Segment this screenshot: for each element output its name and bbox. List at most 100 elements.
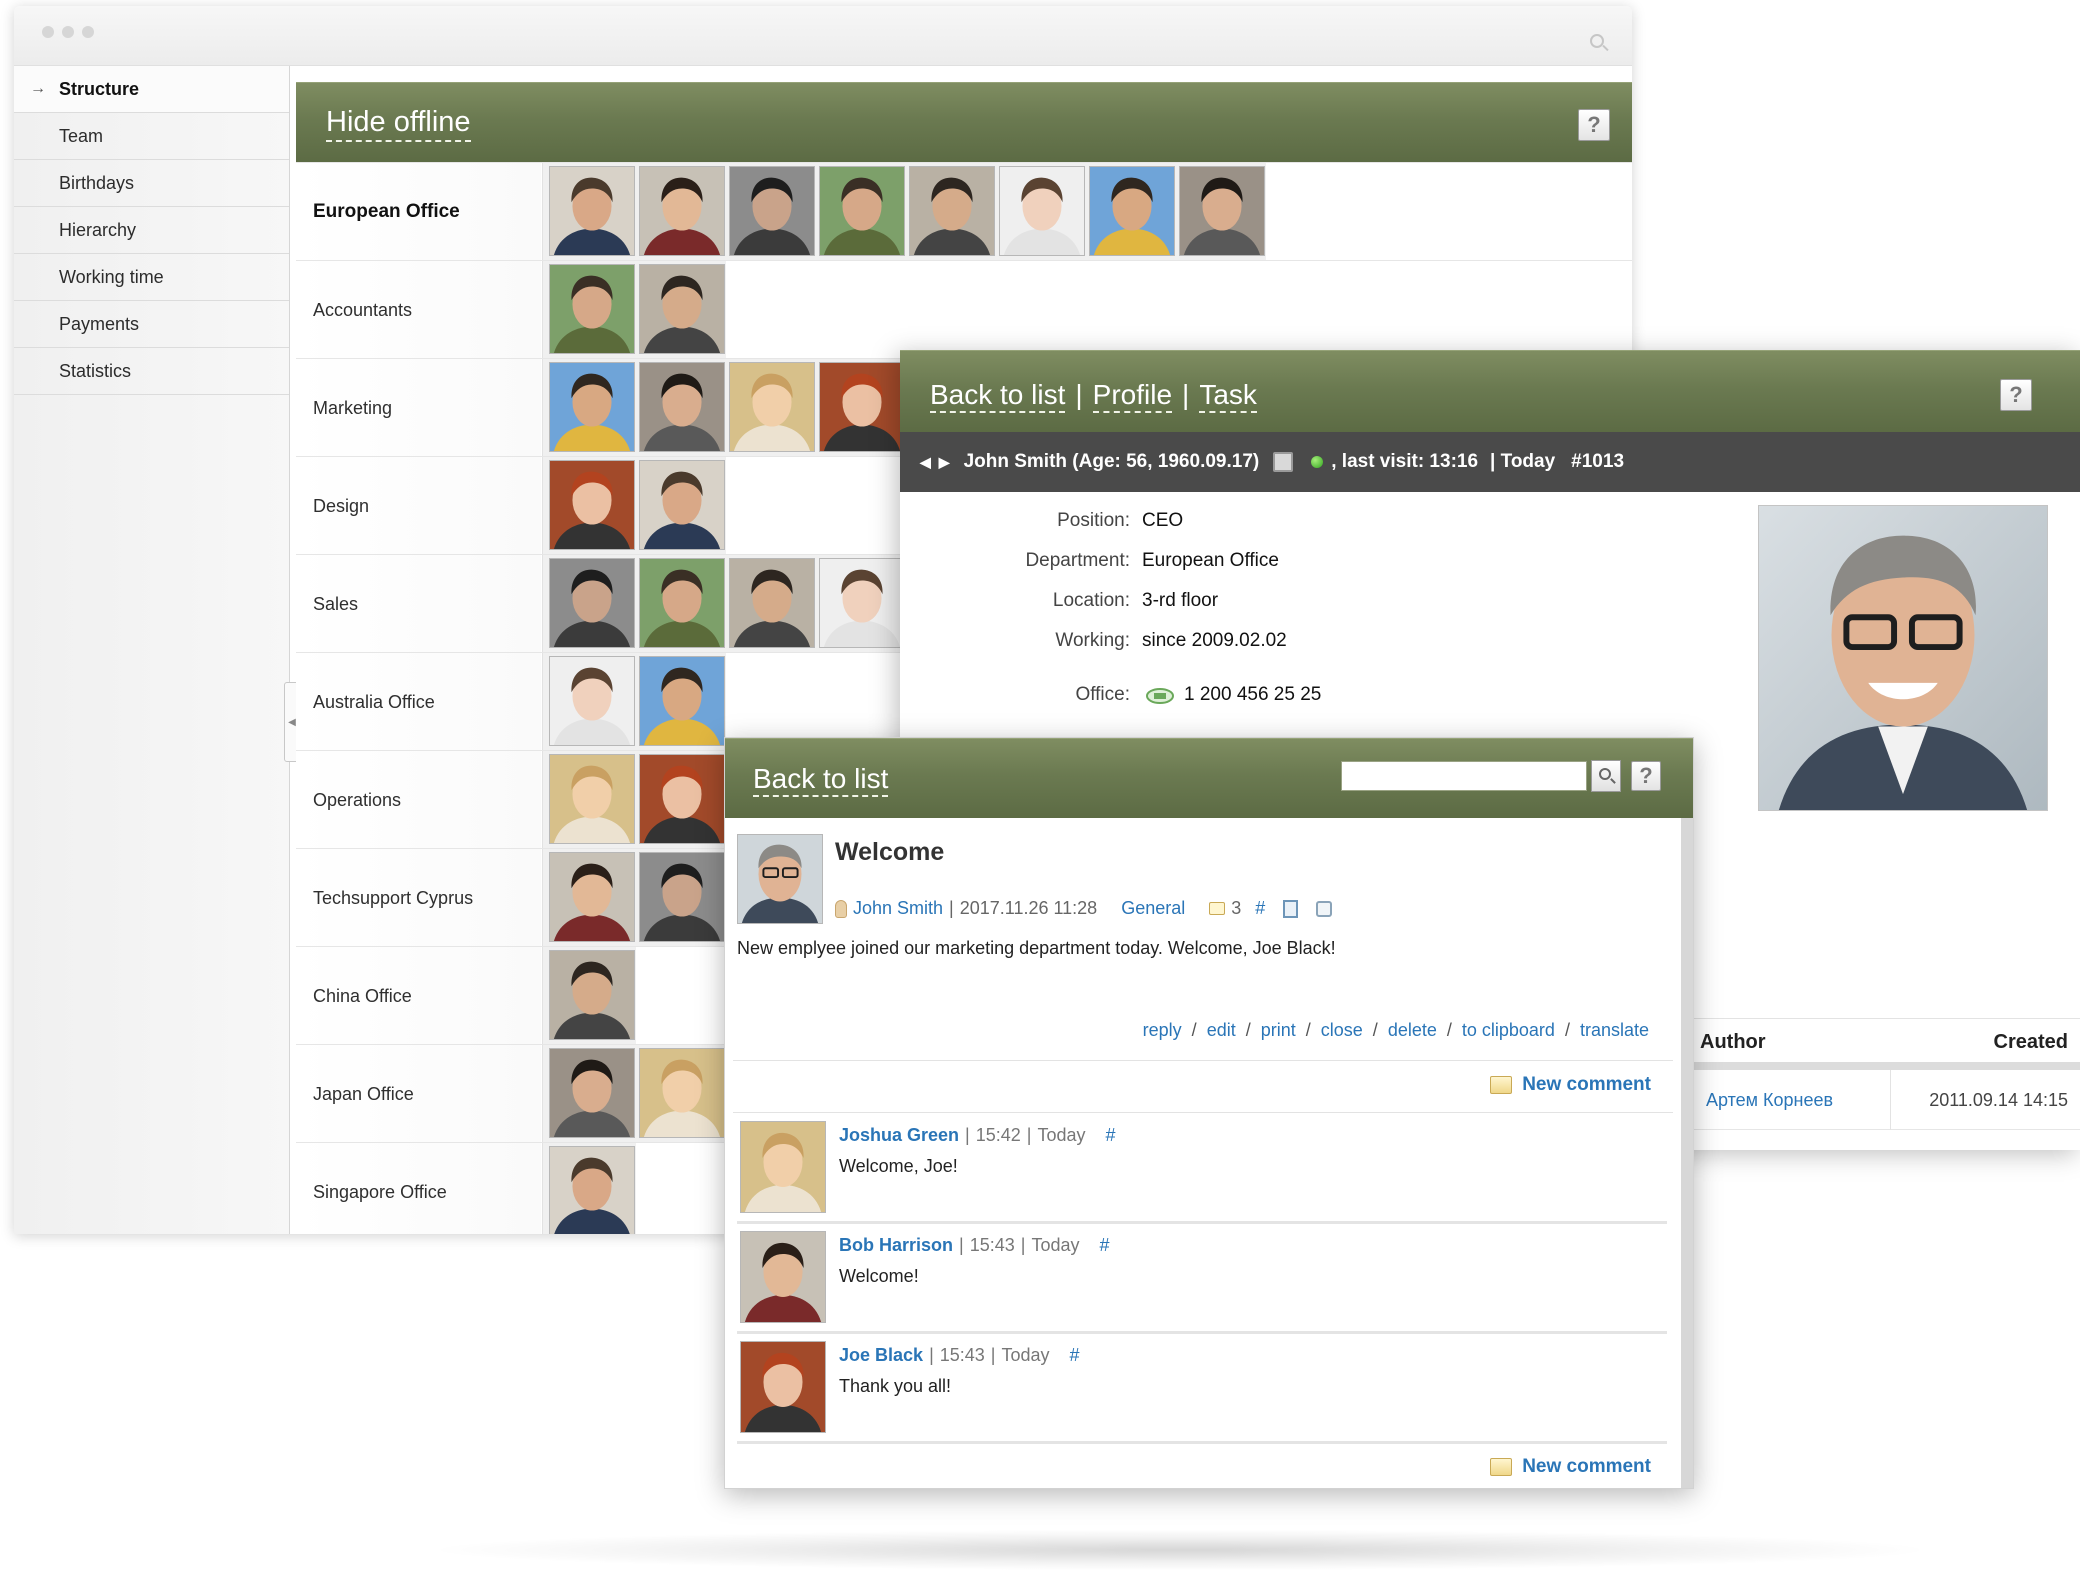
sidebar-item-working-time[interactable]: Working time (14, 254, 289, 301)
employee-photo[interactable] (549, 362, 635, 452)
comment-permalink[interactable]: # (1106, 1125, 1116, 1146)
sidebar-item-statistics[interactable]: Statistics (14, 348, 289, 395)
employee-photo[interactable] (999, 166, 1085, 256)
window-dot-icon[interactable] (42, 26, 54, 38)
department-name[interactable]: Operations (313, 751, 401, 849)
close-link[interactable]: close (1321, 1020, 1363, 1041)
working-label: Working: (1055, 630, 1130, 651)
sidebar-item-team[interactable]: Team (14, 113, 289, 160)
meta-separator: | (990, 1345, 996, 1365)
employee-photo[interactable] (639, 558, 725, 648)
translate-link[interactable]: translate (1580, 1020, 1649, 1041)
commenter-name-link[interactable]: Bob Harrison (839, 1235, 953, 1256)
commenter-name-link[interactable]: Joe Black (839, 1345, 923, 1366)
employee-photo[interactable] (819, 166, 905, 256)
department-name[interactable]: China Office (313, 947, 412, 1045)
permalink-hash[interactable]: # (1255, 898, 1265, 919)
created-value: 2011.09.14 14:15 (1929, 1090, 2068, 1110)
forum-search-input[interactable] (1341, 761, 1587, 791)
commenter-avatar[interactable] (740, 1341, 826, 1433)
sidebar-item-hierarchy[interactable]: Hierarchy (14, 207, 289, 254)
employee-photo[interactable] (549, 558, 635, 648)
employee-photo[interactable] (549, 264, 635, 354)
employee-photo[interactable] (1089, 166, 1175, 256)
department-name[interactable]: Techsupport Cyprus (313, 849, 473, 947)
employee-photo[interactable] (549, 460, 635, 550)
employee-photo[interactable] (549, 166, 635, 256)
task-link[interactable]: Task (1199, 379, 1257, 413)
reply-link[interactable]: reply (1143, 1020, 1182, 1041)
search-icon[interactable] (1590, 34, 1604, 48)
post-author-avatar[interactable] (737, 834, 823, 924)
to-clipboard-link[interactable]: to clipboard (1462, 1020, 1555, 1041)
commenter-avatar[interactable] (740, 1231, 826, 1323)
print-link[interactable]: print (1261, 1020, 1296, 1041)
employee-photo[interactable] (549, 656, 635, 746)
employee-photo[interactable] (729, 166, 815, 256)
employee-photo[interactable] (549, 852, 635, 942)
comment-meta: Joe Black | 15:43 | Today # (839, 1345, 1080, 1366)
employee-photo[interactable] (549, 1048, 635, 1138)
hide-offline-link[interactable]: Hide offline (326, 105, 471, 142)
search-button[interactable] (1591, 760, 1621, 792)
commenter-avatar[interactable] (740, 1121, 826, 1213)
sidebar-item-payments[interactable]: Payments (14, 301, 289, 348)
department-name[interactable]: Singapore Office (313, 1143, 447, 1234)
office-phone[interactable]: 1 200 456 25 25 (1184, 684, 1321, 706)
window-dot-icon[interactable] (62, 26, 74, 38)
department-name[interactable]: Australia Office (313, 653, 435, 751)
employee-photo[interactable] (729, 558, 815, 648)
department-name[interactable]: Japan Office (313, 1045, 414, 1143)
copy-icon[interactable] (1283, 899, 1299, 918)
author-column-header[interactable]: Author (1700, 1031, 1766, 1054)
sidebar-item-label: Payments (59, 313, 140, 334)
translate-icon[interactable] (1316, 900, 1333, 917)
sidebar-item-birthdays[interactable]: Birthdays (14, 160, 289, 207)
new-comment-button[interactable]: New comment (1490, 1074, 1651, 1096)
employee-photo[interactable] (639, 460, 725, 550)
sidebar-item-structure[interactable]: → Structure (14, 66, 289, 113)
author-link[interactable]: Артем Корнеев (1706, 1090, 1833, 1111)
help-button[interactable]: ? (1578, 109, 1610, 141)
employee-photo[interactable] (639, 362, 725, 452)
employee-photo[interactable] (729, 362, 815, 452)
employee-photo[interactable] (639, 754, 725, 844)
department-name[interactable]: European Office (313, 163, 460, 261)
window-dot-icon[interactable] (82, 26, 94, 38)
delete-link[interactable]: delete (1388, 1020, 1437, 1041)
department-name[interactable]: Marketing (313, 359, 392, 457)
created-column-header[interactable]: Created (1994, 1031, 2068, 1054)
next-icon[interactable]: ▶ (939, 454, 950, 471)
prev-icon[interactable]: ◀ (920, 454, 931, 471)
employee-photo[interactable] (639, 656, 725, 746)
employee-photo[interactable] (639, 852, 725, 942)
post-author-link[interactable]: John Smith (853, 898, 943, 919)
department-name[interactable]: Accountants (313, 261, 412, 359)
profile-link[interactable]: Profile (1092, 379, 1173, 413)
comment-permalink[interactable]: # (1070, 1345, 1080, 1366)
edit-link[interactable]: edit (1207, 1020, 1236, 1041)
department-name[interactable]: Sales (313, 555, 358, 653)
employee-photo[interactable] (1179, 166, 1265, 256)
employee-photo[interactable] (819, 362, 905, 452)
new-comment-button[interactable]: New comment (1490, 1456, 1651, 1478)
scrollbar[interactable] (1681, 818, 1693, 1488)
employee-photo[interactable] (909, 166, 995, 256)
back-to-list-link[interactable]: Back to list (930, 379, 1066, 413)
employee-photo[interactable] (639, 166, 725, 256)
employee-photo[interactable] (819, 558, 905, 648)
employee-photo[interactable] (639, 264, 725, 354)
comment-permalink[interactable]: # (1099, 1235, 1109, 1256)
department-name[interactable]: Design (313, 457, 369, 555)
help-button[interactable]: ? (2000, 379, 2032, 411)
help-button[interactable]: ? (1631, 761, 1661, 791)
commenter-name-link[interactable]: Joshua Green (839, 1125, 959, 1146)
employee-photo[interactable] (549, 1146, 635, 1234)
employee-photo[interactable] (549, 950, 635, 1040)
back-to-list-link[interactable]: Back to list (753, 763, 889, 797)
department-label: Department: (1025, 550, 1130, 571)
employee-photo[interactable] (549, 754, 635, 844)
printer-icon[interactable] (1273, 452, 1294, 472)
post-category-link[interactable]: General (1121, 898, 1185, 919)
employee-photo[interactable] (639, 1048, 725, 1138)
